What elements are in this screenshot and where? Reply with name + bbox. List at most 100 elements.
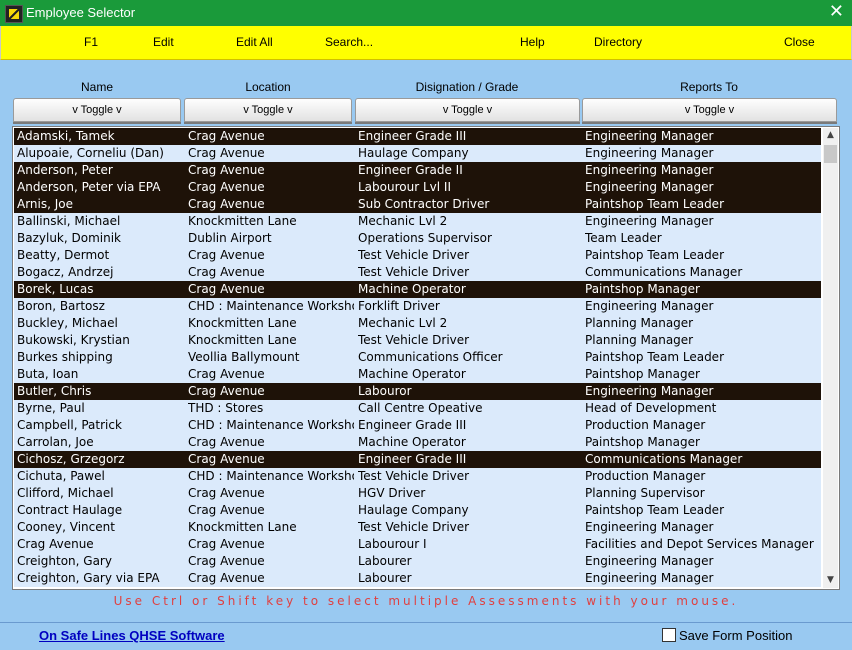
menu-close[interactable]: Close bbox=[784, 35, 815, 49]
table-row[interactable]: Cichuta, Pawel CHD : Maintenance Workshop… bbox=[14, 468, 821, 485]
column-header-location: Location bbox=[245, 80, 291, 94]
cell-name: Cichuta, Pawel bbox=[17, 469, 105, 483]
scroll-up-icon[interactable]: ▲ bbox=[823, 128, 838, 143]
cell-designation: Test Vehicle Driver bbox=[358, 333, 470, 347]
cell-designation: Communications Officer bbox=[358, 350, 503, 364]
cell-designation: Call Centre Opeative bbox=[358, 401, 483, 415]
table-row[interactable]: Byrne, Paul THD : Stores Call Centre Opeat… bbox=[14, 400, 821, 417]
table-row[interactable]: Campbell, Patrick CHD : Maintenance Works… bbox=[14, 417, 821, 434]
menu-edit-all[interactable]: Edit All bbox=[236, 35, 273, 49]
cell-name: Bogacz, Andrzej bbox=[17, 265, 114, 279]
cell-name: Arnis, Joe bbox=[17, 197, 74, 211]
cell-location: THD : Stores bbox=[188, 401, 264, 415]
table-row[interactable]: Buta, Ioan Crag Avenue Machine Operator Pai… bbox=[14, 366, 821, 383]
cell-designation: Machine Operator bbox=[358, 282, 466, 296]
cell-designation: Haulage Company bbox=[358, 146, 469, 160]
cell-name: Campbell, Patrick bbox=[17, 418, 122, 432]
cell-reports-to: Paintshop Team Leader bbox=[585, 248, 725, 262]
table-row[interactable]: Anderson, Peter Crag Avenue Engineer Grade… bbox=[14, 162, 821, 179]
table-row[interactable]: Anderson, Peter via EPA Crag Avenue Labour… bbox=[14, 179, 821, 196]
menu-edit[interactable]: Edit bbox=[153, 35, 174, 49]
cell-name: Cichosz, Grzegorz bbox=[17, 452, 125, 466]
cell-location: Crag Avenue bbox=[188, 282, 265, 296]
multi-select-hint: Use Ctrl or Shift key to select multiple… bbox=[113, 594, 739, 608]
vendor-link[interactable]: On Safe Lines QHSE Software bbox=[39, 628, 225, 643]
save-position-option[interactable]: Save Form Position bbox=[662, 628, 792, 643]
table-row[interactable]: Bogacz, Andrzej Crag Avenue Test Vehicle D… bbox=[14, 264, 821, 281]
cell-location: Crag Avenue bbox=[188, 537, 265, 551]
menu-help[interactable]: Help bbox=[520, 35, 545, 49]
scroll-down-icon[interactable]: ▼ bbox=[823, 573, 838, 588]
cell-name: Buta, Ioan bbox=[17, 367, 79, 381]
cell-location: CHD : Maintenance Workshop bbox=[188, 418, 354, 432]
table-row[interactable]: Carrolan, Joe Crag Avenue Machine Operator… bbox=[14, 434, 821, 451]
table-row[interactable]: Alupoaie, Corneliu (Dan) Crag Avenue Haula… bbox=[14, 145, 821, 162]
toggle-name-button[interactable]: v Toggle v bbox=[13, 98, 181, 122]
table-row[interactable]: Cooney, Vincent Knockmitten Lane Test Vehi… bbox=[14, 519, 821, 536]
cell-location: Veollia Ballymount bbox=[188, 350, 300, 364]
table-row[interactable]: Adamski, Tamek Crag Avenue Engineer Grade … bbox=[14, 128, 821, 145]
cell-reports-to: Engineering Manager bbox=[585, 571, 714, 585]
cell-location: Crag Avenue bbox=[188, 486, 265, 500]
cell-name: Clifford, Michael bbox=[17, 486, 114, 500]
cell-location: Dublin Airport bbox=[188, 231, 272, 245]
cell-designation: Test Vehicle Driver bbox=[358, 520, 470, 534]
cell-location: Crag Avenue bbox=[188, 248, 265, 262]
table-row[interactable]: Arnis, Joe Crag Avenue Sub Contractor Driv… bbox=[14, 196, 821, 213]
cell-designation: Labourer bbox=[358, 571, 412, 585]
table-row[interactable]: Boron, Bartosz CHD : Maintenance Workshop… bbox=[14, 298, 821, 315]
table-row[interactable]: Creighton, Gary via EPA Crag Avenue Labour… bbox=[14, 570, 821, 587]
table-row[interactable]: Bukowski, Krystian Knockmitten Lane Test V… bbox=[14, 332, 821, 349]
cell-reports-to: Engineering Manager bbox=[585, 214, 714, 228]
employee-list[interactable]: Adamski, Tamek Crag Avenue Engineer Grade … bbox=[12, 126, 840, 590]
cell-reports-to: Planning Manager bbox=[585, 333, 694, 347]
table-row[interactable]: Contract Haulage Crag Avenue Haulage Compa… bbox=[14, 502, 821, 519]
cell-location: Crag Avenue bbox=[188, 180, 265, 194]
table-row[interactable]: Cichosz, Grzegorz Crag Avenue Engineer Gra… bbox=[14, 451, 821, 468]
cell-name: Boron, Bartosz bbox=[17, 299, 105, 313]
cell-reports-to: Paintshop Team Leader bbox=[585, 503, 725, 517]
toggle-location-button[interactable]: v Toggle v bbox=[184, 98, 352, 122]
cell-reports-to: Team Leader bbox=[585, 231, 662, 245]
table-row[interactable]: Creighton, Gary Crag Avenue Labourer Engine… bbox=[14, 553, 821, 570]
cell-reports-to: Paintshop Manager bbox=[585, 282, 700, 296]
cell-name: Anderson, Peter via EPA bbox=[17, 180, 161, 194]
cell-reports-to: Engineering Manager bbox=[585, 163, 714, 177]
table-row[interactable]: Ballinski, Michael Knockmitten Lane Mechan… bbox=[14, 213, 821, 230]
table-row[interactable]: Beatty, Dermot Crag Avenue Test Vehicle Dr… bbox=[14, 247, 821, 264]
cell-reports-to: Engineering Manager bbox=[585, 520, 714, 534]
menu-search[interactable]: Search... bbox=[325, 35, 373, 49]
cell-name: Buckley, Michael bbox=[17, 316, 118, 330]
cell-location: Crag Avenue bbox=[188, 265, 265, 279]
vertical-scrollbar[interactable]: ▲ ▼ bbox=[823, 128, 838, 588]
table-row[interactable]: Burkes shipping Veollia Ballymount Communi… bbox=[14, 349, 821, 366]
menu-directory[interactable]: Directory bbox=[594, 35, 642, 49]
save-position-checkbox[interactable] bbox=[662, 628, 676, 642]
cell-location: Crag Avenue bbox=[188, 129, 265, 143]
menu-f1[interactable]: F1 bbox=[84, 35, 98, 49]
cell-name: Adamski, Tamek bbox=[17, 129, 115, 143]
table-row[interactable]: Butler, Chris Crag Avenue Labouror Engineer… bbox=[14, 383, 821, 400]
cell-name: Contract Haulage bbox=[17, 503, 123, 517]
toggle-designation-button[interactable]: v Toggle v bbox=[355, 98, 580, 122]
toggle-reports-to-button[interactable]: v Toggle v bbox=[582, 98, 837, 122]
cell-reports-to: Production Manager bbox=[585, 469, 706, 483]
cell-location: Crag Avenue bbox=[188, 452, 265, 466]
cell-designation: Forklift Driver bbox=[358, 299, 440, 313]
close-window-icon[interactable]: ✕ bbox=[829, 2, 844, 22]
cell-designation: Sub Contractor Driver bbox=[358, 197, 490, 211]
cell-location: Knockmitten Lane bbox=[188, 333, 297, 347]
cell-designation: Mechanic Lvl 2 bbox=[358, 214, 448, 228]
table-row[interactable]: Buckley, Michael Knockmitten Lane Mechanic… bbox=[14, 315, 821, 332]
column-header-name: Name bbox=[80, 80, 113, 94]
cell-designation: Labourour Lvl II bbox=[358, 180, 451, 194]
scroll-thumb[interactable] bbox=[824, 145, 837, 163]
save-position-label: Save Form Position bbox=[679, 628, 793, 643]
table-row[interactable]: Borek, Lucas Crag Avenue Machine Operator P… bbox=[14, 281, 821, 298]
table-row[interactable]: Crag Avenue Crag Avenue Labourour I Facilit… bbox=[14, 536, 821, 553]
cell-name: Anderson, Peter bbox=[17, 163, 113, 177]
table-row[interactable]: Bazyluk, Dominik Dublin Airport Operations… bbox=[14, 230, 821, 247]
cell-reports-to: Engineering Manager bbox=[585, 384, 714, 398]
table-row[interactable]: Clifford, Michael Crag Avenue HGV Driver Pl… bbox=[14, 485, 821, 502]
cell-reports-to: Communications Manager bbox=[585, 452, 743, 466]
